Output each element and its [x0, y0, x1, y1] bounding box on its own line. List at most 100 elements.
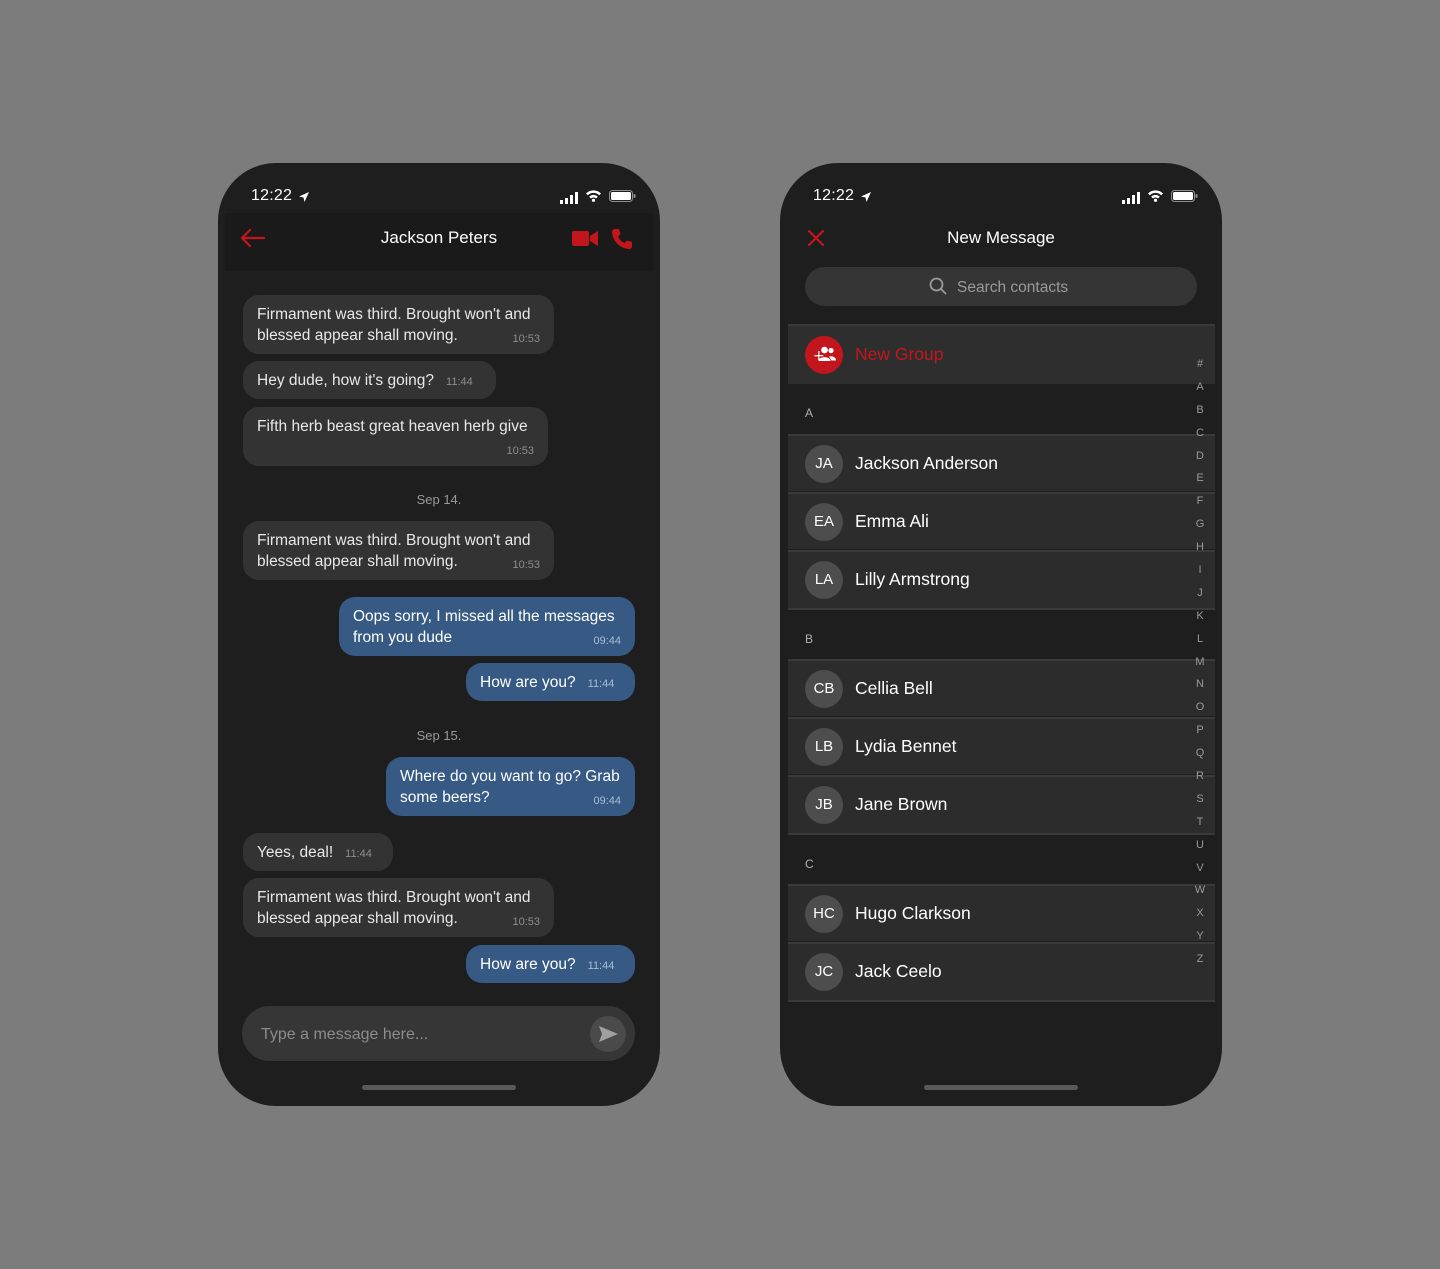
- avatar: LB: [805, 728, 843, 766]
- video-camera-icon[interactable]: [572, 230, 598, 247]
- contact-row[interactable]: JB Jane Brown: [788, 775, 1215, 835]
- alpha-index-letter[interactable]: J: [1197, 582, 1203, 605]
- battery-icon: [1171, 190, 1198, 202]
- contact-name: Jackson Anderson: [855, 453, 999, 473]
- message-bubble-incoming[interactable]: Fifth herb beast great heaven herb give …: [243, 407, 548, 466]
- send-button[interactable]: [590, 1016, 626, 1052]
- message-bubble-incoming[interactable]: Firmament was third. Brought won't and b…: [243, 878, 554, 937]
- chat-phone: 12:22 Jackson Peters Firmament was third…: [218, 163, 660, 1106]
- send-icon: [599, 1026, 618, 1042]
- alpha-index-letter[interactable]: D: [1196, 445, 1204, 468]
- alpha-index-letter[interactable]: U: [1196, 834, 1204, 857]
- message-bubble-outgoing[interactable]: Where do you want to go? Grab some beers…: [386, 757, 635, 816]
- phone-icon[interactable]: [611, 228, 633, 250]
- alpha-index-letter[interactable]: A: [1196, 376, 1203, 399]
- message-time: 10:53: [512, 916, 540, 928]
- date-separator: Sep 14.: [416, 492, 462, 507]
- contact-row[interactable]: EA Emma Ali: [788, 492, 1215, 549]
- alpha-index-letter[interactable]: Y: [1196, 925, 1203, 948]
- message-bubble-incoming[interactable]: Firmament was third. Brought won't and b…: [243, 295, 554, 354]
- location-arrow-icon: [299, 192, 309, 202]
- alpha-index-letter[interactable]: P: [1196, 719, 1203, 742]
- message-bubble-outgoing[interactable]: Oops sorry, I missed all the messages fr…: [339, 597, 635, 656]
- chat-header: Jackson Peters: [225, 213, 653, 271]
- alpha-index-letter[interactable]: #: [1197, 353, 1203, 376]
- message-time: 09:44: [593, 795, 621, 807]
- alpha-index-letter[interactable]: G: [1196, 513, 1205, 536]
- contact-row[interactable]: LB Lydia Bennet: [788, 717, 1215, 774]
- status-time: 12:22: [251, 187, 293, 204]
- date-separator: Sep 15.: [416, 728, 462, 743]
- add-group-icon: +: [805, 336, 843, 374]
- cellular-signal-icon: [1122, 192, 1140, 204]
- battery-icon: [609, 190, 636, 202]
- wifi-icon: [1148, 190, 1163, 202]
- contact-row[interactable]: JC Jack Ceelo: [788, 942, 1215, 1002]
- alpha-index-letter[interactable]: V: [1196, 857, 1203, 880]
- contact-row[interactable]: HC Hugo Clarkson: [788, 884, 1215, 941]
- message-time: 11:44: [345, 848, 372, 860]
- search-input[interactable]: [955, 267, 1179, 308]
- contact-row[interactable]: LA Lilly Armstrong: [788, 550, 1215, 610]
- alpha-index-letter[interactable]: T: [1197, 811, 1204, 834]
- message-text: Yees, deal!: [257, 844, 334, 861]
- alpha-index-letter[interactable]: R: [1196, 765, 1204, 788]
- message-bubble-incoming[interactable]: Firmament was third. Brought won't and b…: [243, 521, 554, 580]
- message-time: 11:44: [587, 678, 615, 690]
- contact-name: Cellia Bell: [855, 678, 933, 698]
- message-time: 10:53: [512, 559, 540, 571]
- message-text: Oops sorry, I missed all the messages fr…: [353, 608, 615, 646]
- alpha-index-letter[interactable]: F: [1197, 490, 1204, 513]
- alpha-index-letter[interactable]: X: [1196, 902, 1203, 925]
- message-text: Hey dude, how it's going?: [257, 372, 435, 389]
- alpha-index-letter[interactable]: K: [1196, 605, 1203, 628]
- section-header-c: C: [805, 857, 814, 871]
- message-bubble-incoming[interactable]: Yees, deal! 11:44: [243, 833, 393, 871]
- status-bar: 12:22: [780, 163, 1222, 223]
- message-text: How are you?: [480, 674, 576, 691]
- search-bar: [805, 267, 1197, 308]
- message-text: Firmament was third. Brought won't and b…: [257, 889, 531, 927]
- alpha-index-letter[interactable]: S: [1196, 788, 1203, 811]
- alpha-index-letter[interactable]: W: [1195, 879, 1205, 902]
- alpha-index-letter[interactable]: I: [1198, 559, 1201, 582]
- alpha-index-letter[interactable]: B: [1196, 399, 1203, 422]
- section-header-a: A: [805, 406, 814, 420]
- message-bubble-incoming[interactable]: Hey dude, how it's going? 11:44: [243, 361, 496, 399]
- alpha-index-letter[interactable]: N: [1196, 673, 1204, 696]
- alpha-index-letter[interactable]: C: [1196, 422, 1204, 445]
- message-text: Firmament was third. Brought won't and b…: [257, 306, 531, 344]
- avatar: CB: [805, 670, 843, 708]
- alpha-index-letter[interactable]: Q: [1196, 742, 1205, 765]
- message-composer: [242, 1006, 635, 1063]
- alphabet-index[interactable]: # A B C D E F G H I J K L M N O P Q R S …: [1194, 353, 1206, 971]
- contact-name: Jane Brown: [855, 794, 948, 814]
- alpha-index-letter[interactable]: E: [1196, 467, 1203, 490]
- search-icon: [929, 277, 947, 295]
- avatar: JC: [805, 953, 843, 991]
- avatar: HC: [805, 895, 843, 933]
- message-bubble-outgoing[interactable]: How are you? 11:44: [466, 945, 635, 983]
- contact-name: Hugo Clarkson: [855, 903, 971, 923]
- avatar: LA: [805, 561, 843, 599]
- alpha-index-letter[interactable]: O: [1196, 696, 1205, 719]
- new-message-phone: 12:22 New Message + New Group A JA Jacks…: [780, 163, 1222, 1106]
- page-title: New Message: [947, 228, 1055, 247]
- contact-row[interactable]: CB Cellia Bell: [788, 659, 1215, 716]
- message-time: 11:44: [587, 960, 615, 972]
- alpha-index-letter[interactable]: M: [1195, 651, 1204, 674]
- location-arrow-icon: [861, 192, 871, 202]
- new-group-row[interactable]: + New Group: [788, 324, 1215, 384]
- message-time: 09:44: [593, 635, 621, 647]
- alpha-index-letter[interactable]: H: [1196, 536, 1204, 559]
- contact-row[interactable]: JA Jackson Anderson: [788, 434, 1215, 491]
- message-input[interactable]: [259, 1006, 563, 1063]
- contact-name: Lydia Bennet: [855, 736, 957, 756]
- avatar: JA: [805, 445, 843, 483]
- contact-name: Jack Ceelo: [855, 961, 942, 981]
- avatar: JB: [805, 786, 843, 824]
- alpha-index-letter[interactable]: Z: [1197, 948, 1204, 971]
- alpha-index-letter[interactable]: L: [1197, 628, 1203, 651]
- message-bubble-outgoing[interactable]: How are you? 11:44: [466, 663, 635, 701]
- message-text: Firmament was third. Brought won't and b…: [257, 532, 531, 570]
